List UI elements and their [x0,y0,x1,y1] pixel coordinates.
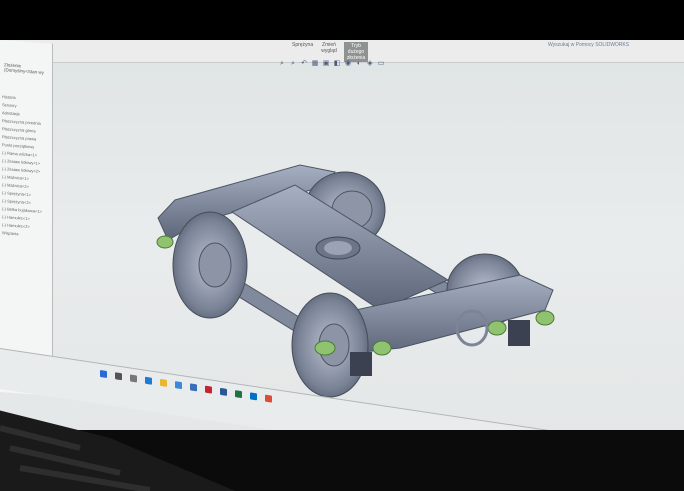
spring [314,340,336,356]
spring [535,310,555,326]
excel-icon[interactable] [235,390,242,399]
photo-of-monitor: Sprężyna Zmień wygląd Tryb dużego złożen… [0,0,684,491]
store-icon[interactable] [175,381,182,390]
spring [156,235,174,249]
mail-icon[interactable] [190,383,197,392]
chrome-icon[interactable] [265,394,272,403]
task-view-icon[interactable] [130,374,137,383]
explorer-icon[interactable] [160,378,167,387]
search-icon[interactable] [115,372,122,381]
keyboard-in-foreground [0,410,236,491]
solidworks-icon[interactable] [205,385,212,394]
wheel-hub [198,242,232,288]
center-pivot-inner [324,241,352,255]
axlebox [350,352,372,376]
axlebox [508,320,530,346]
start-icon[interactable] [100,369,107,378]
spring [487,320,507,336]
outlook-icon[interactable] [250,392,257,401]
word-icon[interactable] [220,387,227,396]
spring [372,340,392,356]
edge-icon[interactable] [145,376,152,385]
